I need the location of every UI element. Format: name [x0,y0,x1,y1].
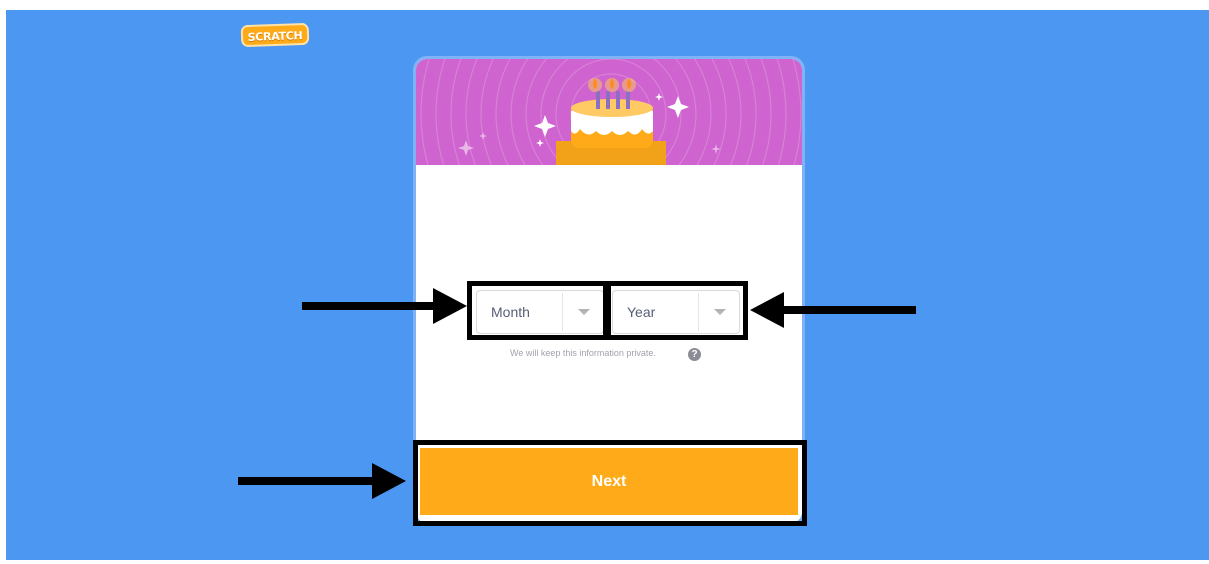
callout-arrow-icon [750,292,784,328]
callout-arrow-icon [433,288,467,324]
callout-arrow-icon [372,463,406,499]
scratch-logo[interactable]: SCRATCH [240,22,310,48]
callout-arrow-shaft [302,302,442,310]
birthday-cake-icon [420,59,802,165]
privacy-note: We will keep this information private. [510,348,656,358]
question-circle-icon[interactable]: ? [688,348,701,361]
next-button[interactable]: Next [420,448,798,515]
page: SCRATCH Month Year We will keep this inf… [0,0,1209,564]
callout-arrow-shaft [780,306,916,314]
month-callout-box [467,281,611,340]
birthday-banner [416,59,802,165]
callout-arrow-shaft [238,477,378,485]
year-callout-box [603,281,748,340]
